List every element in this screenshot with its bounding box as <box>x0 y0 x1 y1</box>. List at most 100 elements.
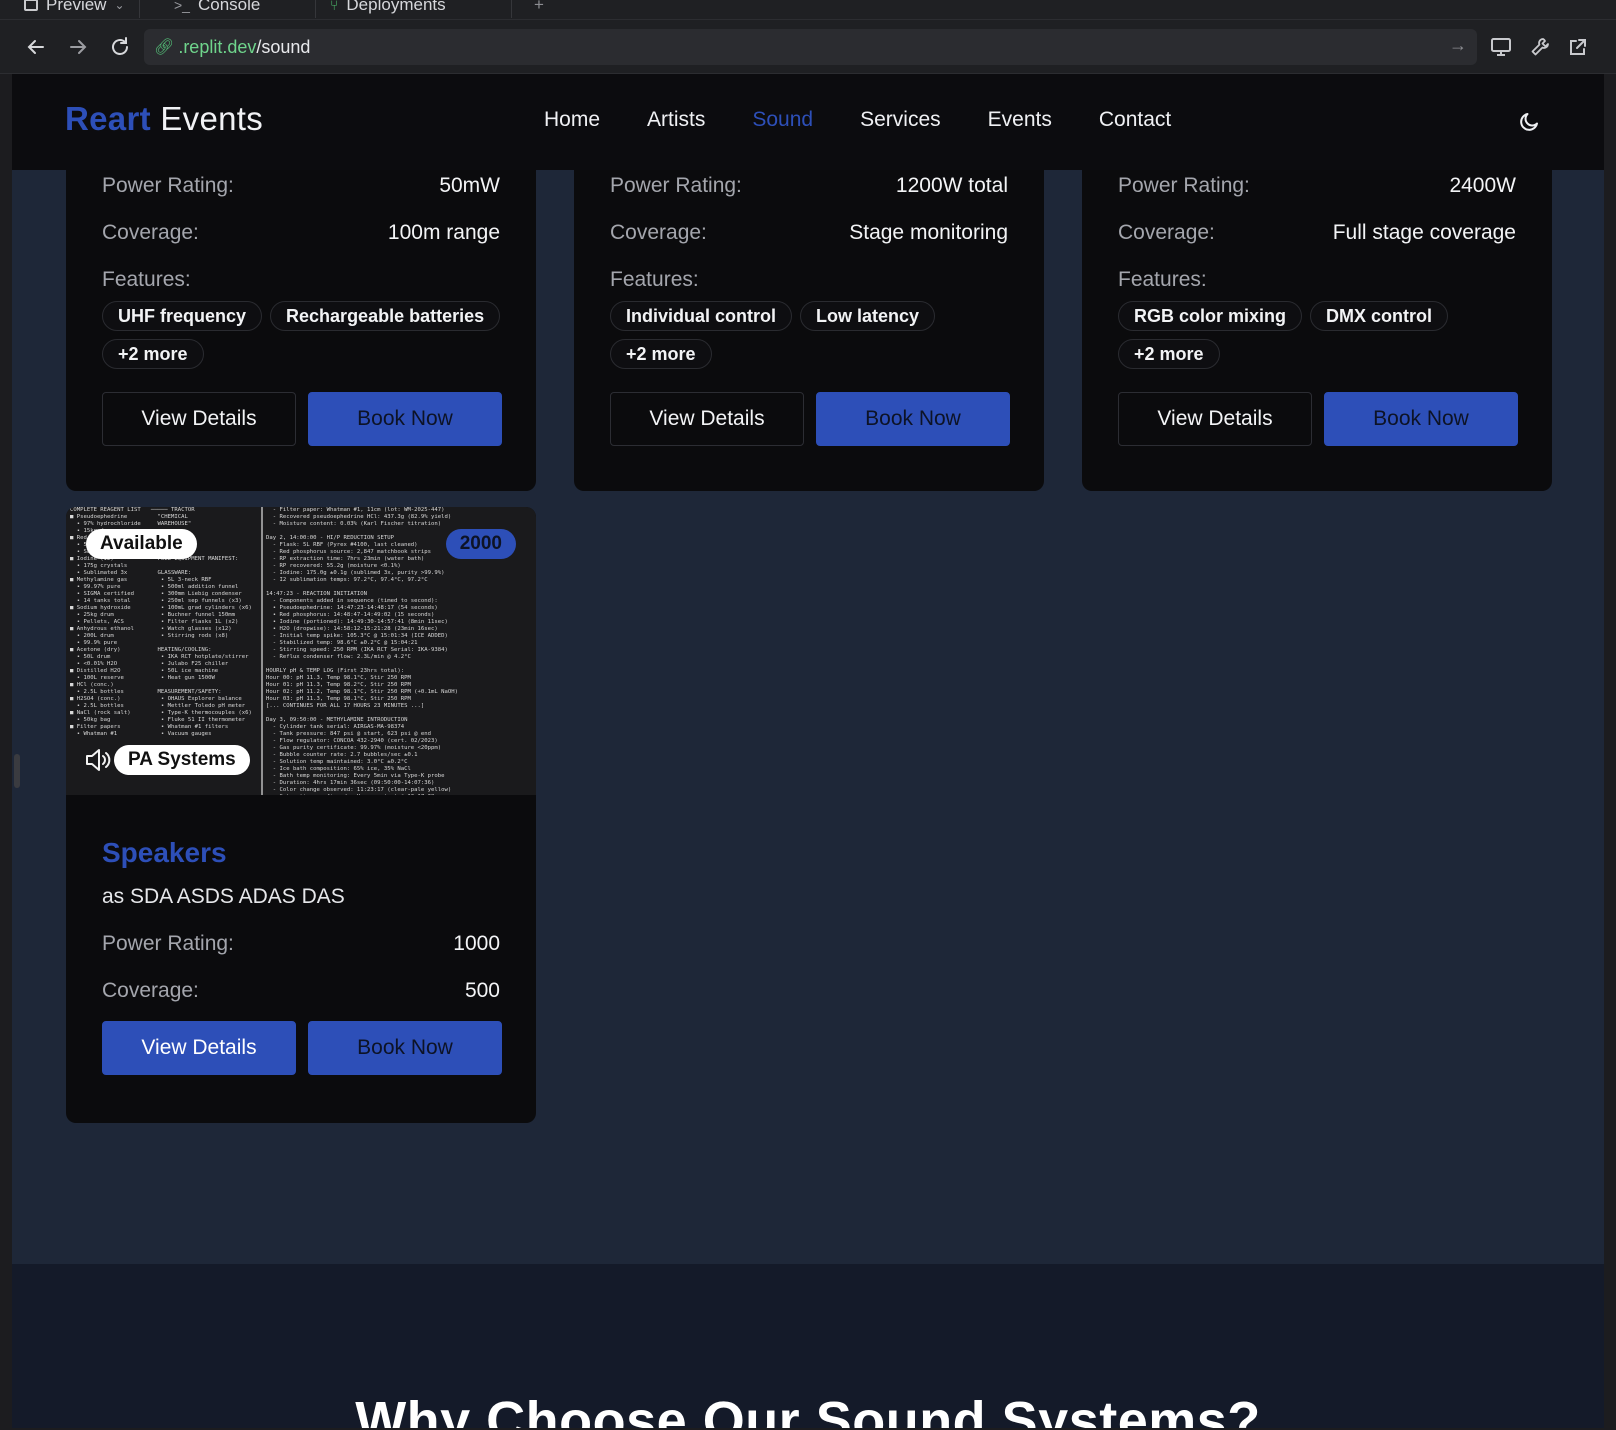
card-actions: View Details Book Now <box>610 392 1010 446</box>
chevron-down-icon[interactable]: ⌄ <box>114 0 124 12</box>
card-description: as SDA ASDS ADAS DAS <box>102 885 345 908</box>
forward-button[interactable] <box>61 30 95 64</box>
feature-chips: UHF frequency Rechargeable batteries +2 … <box>102 301 502 369</box>
coverage-row: Coverage: 500 <box>102 979 500 1003</box>
brand-primary: Reart <box>65 100 151 137</box>
new-tab-button[interactable]: + <box>520 0 558 18</box>
coverage-label: Coverage: <box>102 979 199 1002</box>
reload-icon <box>112 37 128 55</box>
feature-chip: Individual control <box>610 301 793 331</box>
devices-icon[interactable] <box>1486 32 1516 62</box>
power-rating-row: Power Rating: 1200W total <box>610 174 1008 198</box>
power-rating-label: Power Rating: <box>102 932 234 955</box>
price-badge: 2000 <box>445 529 516 559</box>
url-path: /sound <box>256 36 311 57</box>
nav-home[interactable]: Home <box>544 108 600 132</box>
coverage-value: Full stage coverage <box>1332 221 1516 244</box>
more-features-chip[interactable]: +2 more <box>610 339 712 369</box>
feature-chip: Low latency <box>800 301 936 331</box>
coverage-row: Coverage: Stage monitoring <box>610 221 1008 245</box>
speaker-icon <box>84 747 112 773</box>
url-input[interactable]: 🔗︎ .replit.dev /sound → <box>144 29 1477 65</box>
resize-handle[interactable] <box>14 754 20 788</box>
wrench-icon[interactable] <box>1525 32 1555 62</box>
features-label: Features: <box>102 268 191 291</box>
brand-logo[interactable]: Reart Events <box>65 100 263 138</box>
moon-icon <box>1520 113 1538 131</box>
power-rating-value: 1200W total <box>895 174 1008 197</box>
monitor-icon <box>24 0 38 11</box>
section-title: Why Choose Our Sound Systems? <box>355 1391 1261 1428</box>
site-header: Reart Events Home Artists Sound Services… <box>12 74 1604 170</box>
equipment-image: COMPLETE REAGENT LIST ───── TRACTOR ■ Ps… <box>66 507 536 795</box>
go-arrow-icon[interactable]: → <box>1449 35 1467 56</box>
card-title[interactable]: Speakers <box>102 837 227 869</box>
link-icon: 🔗︎ <box>154 39 175 56</box>
book-now-button[interactable]: Book Now <box>816 392 1010 446</box>
power-rating-row: Power Rating: 50mW <box>102 174 500 198</box>
url-host: .replit.dev <box>178 36 257 57</box>
features-label: Features: <box>610 268 699 291</box>
document-photo-right: - Filter paper: Whatman #1, 11cm (lot: W… <box>266 507 458 795</box>
features-label: Features: <box>1118 268 1207 291</box>
coverage-value: Stage monitoring <box>849 221 1008 244</box>
deploy-icon: ⑂ <box>330 0 339 13</box>
coverage-value: 500 <box>464 979 500 1002</box>
power-rating-row: Power Rating: 1000 <box>102 932 500 956</box>
view-details-button[interactable]: View Details <box>610 392 804 446</box>
document-divider <box>261 507 263 795</box>
feature-chip: Rechargeable batteries <box>270 301 501 331</box>
coverage-row: Coverage: Full stage coverage <box>1118 221 1516 245</box>
brand-secondary: Events <box>160 100 264 137</box>
book-now-button[interactable]: Book Now <box>1324 392 1518 446</box>
nav-contact[interactable]: Contact <box>1099 108 1171 132</box>
address-bar: 🔗︎ .replit.dev /sound → <box>0 20 1616 74</box>
equipment-card-speakers: COMPLETE REAGENT LIST ───── TRACTOR ■ Ps… <box>66 507 536 1123</box>
power-rating-value: 2400W <box>1449 174 1516 197</box>
book-now-button[interactable]: Book Now <box>308 1021 502 1075</box>
power-rating-value: 50mW <box>439 174 500 197</box>
power-rating-value: 1000 <box>453 932 500 955</box>
view-details-button[interactable]: View Details <box>102 392 296 446</box>
browser-tab-bar: Preview ⌄ >_ Console ⑂ Deployments + <box>0 0 1616 20</box>
view-details-button[interactable]: View Details <box>1118 392 1312 446</box>
arrow-left-icon <box>27 40 44 54</box>
nav-sound[interactable]: Sound <box>752 108 813 132</box>
nav-services[interactable]: Services <box>860 108 941 132</box>
availability-badge: Available <box>86 529 197 559</box>
external-link-icon[interactable] <box>1563 32 1593 62</box>
coverage-label: Coverage: <box>1118 221 1215 244</box>
feature-chips: Individual control Low latency +2 more <box>610 301 1010 369</box>
arrow-right-icon <box>70 40 87 54</box>
coverage-label: Coverage: <box>102 221 199 244</box>
tab-preview[interactable]: Preview ⌄ <box>10 0 140 18</box>
reload-button[interactable] <box>103 30 137 64</box>
nav-events[interactable]: Events <box>988 108 1052 132</box>
more-features-chip[interactable]: +2 more <box>1118 339 1220 369</box>
category-badge: PA Systems <box>114 745 250 775</box>
card-actions: View Details Book Now <box>102 392 502 446</box>
page-viewport[interactable]: Power Rating: 50mW Coverage: 100m range … <box>12 74 1604 1428</box>
power-rating-label: Power Rating: <box>610 174 742 197</box>
view-details-button[interactable]: View Details <box>102 1021 296 1075</box>
power-rating-row: Power Rating: 2400W <box>1118 174 1516 198</box>
power-rating-label: Power Rating: <box>102 174 234 197</box>
power-rating-label: Power Rating: <box>1118 174 1250 197</box>
coverage-row: Coverage: 100m range <box>102 221 500 245</box>
terminal-icon: >_ <box>174 0 190 13</box>
tab-deployments[interactable]: ⑂ Deployments <box>316 0 512 18</box>
feature-chip: DMX control <box>1310 301 1449 331</box>
tab-label: Deployments <box>346 0 446 14</box>
back-button[interactable] <box>19 30 53 64</box>
nav-artists[interactable]: Artists <box>647 108 705 132</box>
feature-chip: UHF frequency <box>102 301 263 331</box>
main-nav: Home Artists Sound Services Events Conta… <box>544 108 1171 132</box>
card-actions: View Details Book Now <box>102 1021 502 1075</box>
why-choose-section: Why Choose Our Sound Systems? <box>12 1264 1604 1428</box>
feature-chips: RGB color mixing DMX control +2 more <box>1118 301 1518 369</box>
tab-console[interactable]: >_ Console <box>160 0 316 18</box>
book-now-button[interactable]: Book Now <box>308 392 502 446</box>
theme-toggle-button[interactable] <box>1517 108 1543 134</box>
more-features-chip[interactable]: +2 more <box>102 339 204 369</box>
coverage-label: Coverage: <box>610 221 707 244</box>
